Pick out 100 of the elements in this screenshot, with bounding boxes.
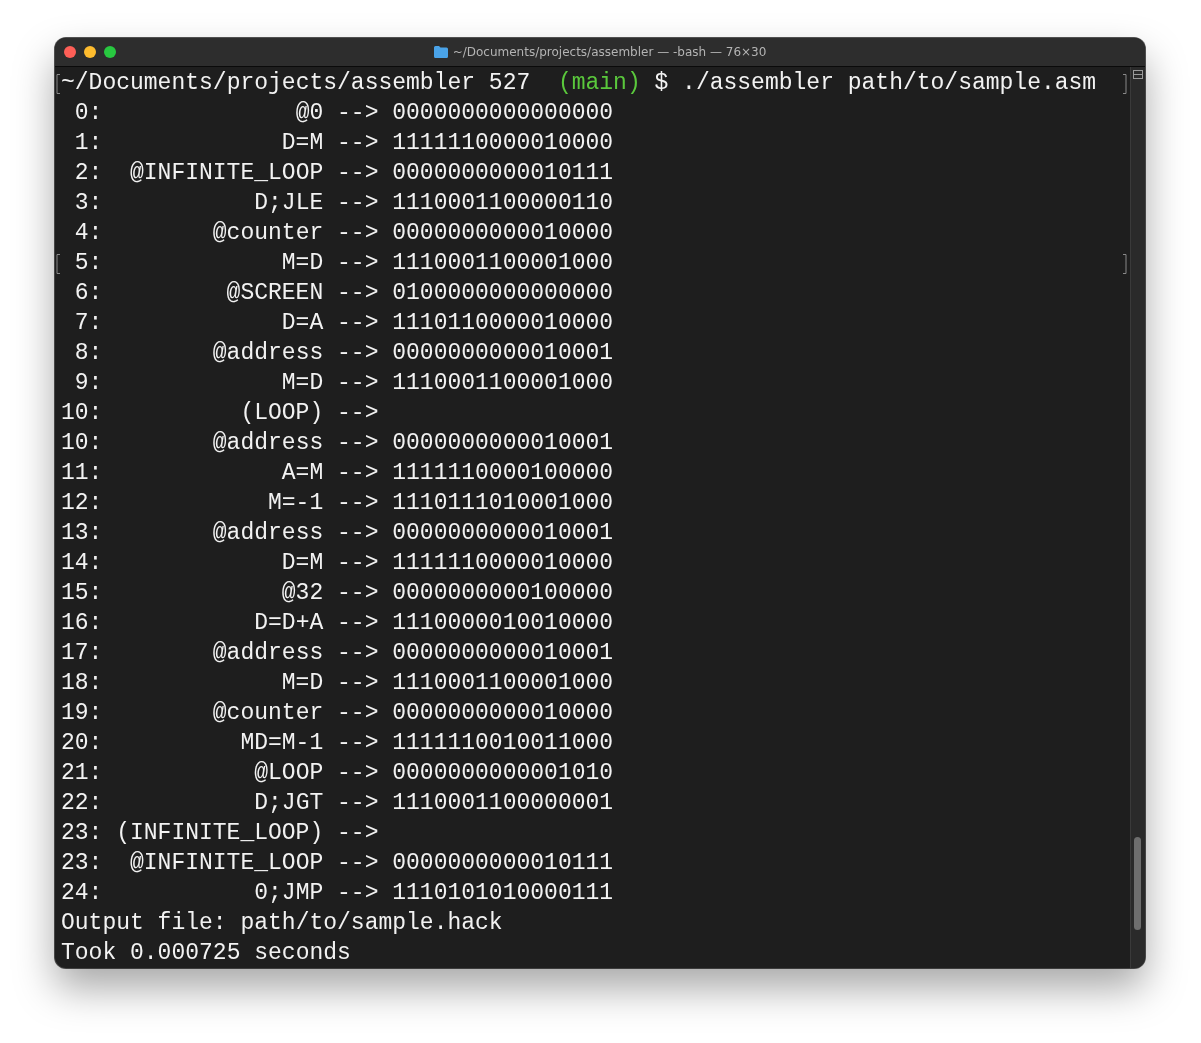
binary-code: 0000000000010111 bbox=[392, 849, 614, 878]
scrollbar[interactable] bbox=[1130, 67, 1145, 968]
instruction-text: @SCREEN bbox=[225, 279, 324, 308]
binary-code: 1110001100001000 bbox=[392, 669, 614, 698]
binary-code: 1110001100001000 bbox=[392, 369, 614, 398]
instruction-text: @address bbox=[211, 639, 324, 668]
prompt-path: ~/Documents/projects/assembler 527 bbox=[61, 69, 531, 98]
arrow-text: --> bbox=[337, 399, 379, 428]
instruction-text: @address bbox=[211, 519, 324, 548]
arrow-text: --> bbox=[337, 879, 379, 908]
instruction-text: M=-1 bbox=[267, 489, 324, 518]
instruction-text: @counter bbox=[211, 219, 324, 248]
folder-icon bbox=[433, 46, 448, 58]
arrow-text: --> bbox=[337, 699, 379, 728]
arrow-text: --> bbox=[337, 639, 379, 668]
arrow-text: --> bbox=[337, 789, 379, 818]
output-text: Output file: path/to/sample.hack bbox=[61, 909, 503, 938]
arrow-text: --> bbox=[337, 669, 379, 698]
binary-code: 0000000000010111 bbox=[392, 159, 614, 188]
arrow-text: --> bbox=[337, 459, 379, 488]
binary-code: 1111110000010000 bbox=[392, 549, 614, 578]
arrow-text: --> bbox=[337, 849, 379, 878]
line-number: 6: bbox=[73, 279, 103, 308]
line-number: 23: bbox=[61, 849, 103, 878]
arrow-text: --> bbox=[337, 819, 379, 848]
bracket-mark-icon bbox=[1122, 74, 1127, 94]
instruction-text: @INFINITE_LOOP bbox=[129, 159, 324, 188]
binary-code: 0000000000010001 bbox=[392, 339, 614, 368]
arrow-text: --> bbox=[337, 129, 379, 158]
arrow-text: --> bbox=[337, 429, 379, 458]
marks-icon[interactable] bbox=[1133, 70, 1143, 79]
bracket-mark-icon bbox=[56, 74, 61, 94]
line-number: 24: bbox=[61, 879, 103, 908]
instruction-text: D=M bbox=[280, 129, 324, 158]
output-text: Took 0.000725 seconds bbox=[61, 939, 351, 968]
instruction-text: MD=M-1 bbox=[239, 729, 324, 758]
line-number: 4: bbox=[73, 219, 103, 248]
close-button[interactable] bbox=[64, 46, 76, 58]
instruction-text: M=D bbox=[280, 249, 324, 278]
line-number: 9: bbox=[73, 369, 103, 398]
instruction-text: A=M bbox=[280, 459, 324, 488]
line-number: 0: bbox=[73, 99, 103, 128]
arrow-text: --> bbox=[337, 489, 379, 518]
instruction-text: D=A bbox=[280, 309, 324, 338]
zoom-button[interactable] bbox=[104, 46, 116, 58]
arrow-text: --> bbox=[337, 759, 379, 788]
bracket-mark-icon bbox=[56, 254, 61, 274]
binary-code: 0000000000010001 bbox=[392, 639, 614, 668]
arrow-text: --> bbox=[337, 549, 379, 578]
instruction-text: (INFINITE_LOOP) bbox=[115, 819, 324, 848]
line-number: 10: bbox=[61, 429, 103, 458]
line-number: 20: bbox=[61, 729, 103, 758]
line-number: 10: bbox=[61, 399, 103, 428]
binary-code: 0100000000000000 bbox=[392, 279, 614, 308]
arrow-text: --> bbox=[337, 189, 379, 218]
instruction-text: D;JLE bbox=[253, 189, 324, 218]
instruction-text: M=D bbox=[280, 669, 324, 698]
scrollbar-thumb[interactable] bbox=[1134, 837, 1141, 930]
line-number: 3: bbox=[73, 189, 103, 218]
line-number: 5: bbox=[73, 249, 103, 278]
command-text: $ ./assembler path/to/sample.asm bbox=[654, 69, 1097, 98]
line-number: 17: bbox=[61, 639, 103, 668]
line-number: 12: bbox=[61, 489, 103, 518]
line-number: 11: bbox=[61, 459, 103, 488]
line-number: 22: bbox=[61, 789, 103, 818]
line-number: 21: bbox=[61, 759, 103, 788]
arrow-text: --> bbox=[337, 309, 379, 338]
binary-code: 0000000000001010 bbox=[392, 759, 614, 788]
binary-code: 1110000010010000 bbox=[392, 609, 614, 638]
arrow-text: --> bbox=[337, 99, 379, 128]
line-number: 23: bbox=[61, 819, 103, 848]
binary-code: 1111110000100000 bbox=[392, 459, 614, 488]
arrow-text: --> bbox=[337, 519, 379, 548]
binary-code: 1111110010011000 bbox=[392, 729, 614, 758]
binary-code: 0000000000100000 bbox=[392, 579, 614, 608]
arrow-text: --> bbox=[337, 579, 379, 608]
line-number: 15: bbox=[61, 579, 103, 608]
instruction-text: @address bbox=[211, 339, 324, 368]
instruction-text: @INFINITE_LOOP bbox=[129, 849, 324, 878]
instruction-text: D=D+A bbox=[253, 609, 324, 638]
binary-code: 1110111010001000 bbox=[392, 489, 614, 518]
binary-code: 1111110000010000 bbox=[392, 129, 614, 158]
instruction-text: @32 bbox=[280, 579, 324, 608]
minimize-button[interactable] bbox=[84, 46, 96, 58]
instruction-text: 0;JMP bbox=[253, 879, 324, 908]
instruction-text: @counter bbox=[211, 699, 324, 728]
instruction-text: @address bbox=[211, 429, 324, 458]
line-number: 19: bbox=[61, 699, 103, 728]
instruction-text: D=M bbox=[280, 549, 324, 578]
arrow-text: --> bbox=[337, 339, 379, 368]
bracket-mark-icon bbox=[1122, 254, 1127, 274]
binary-code: 1110001100001000 bbox=[392, 249, 614, 278]
binary-code: 1110110000010000 bbox=[392, 309, 614, 338]
binary-code: 0000000000010000 bbox=[392, 699, 614, 728]
line-number: 1: bbox=[73, 129, 103, 158]
arrow-text: --> bbox=[337, 159, 379, 188]
instruction-text: @LOOP bbox=[253, 759, 324, 788]
binary-code: 1110001100000110 bbox=[392, 189, 614, 218]
line-number: 14: bbox=[61, 549, 103, 578]
arrow-text: --> bbox=[337, 369, 379, 398]
